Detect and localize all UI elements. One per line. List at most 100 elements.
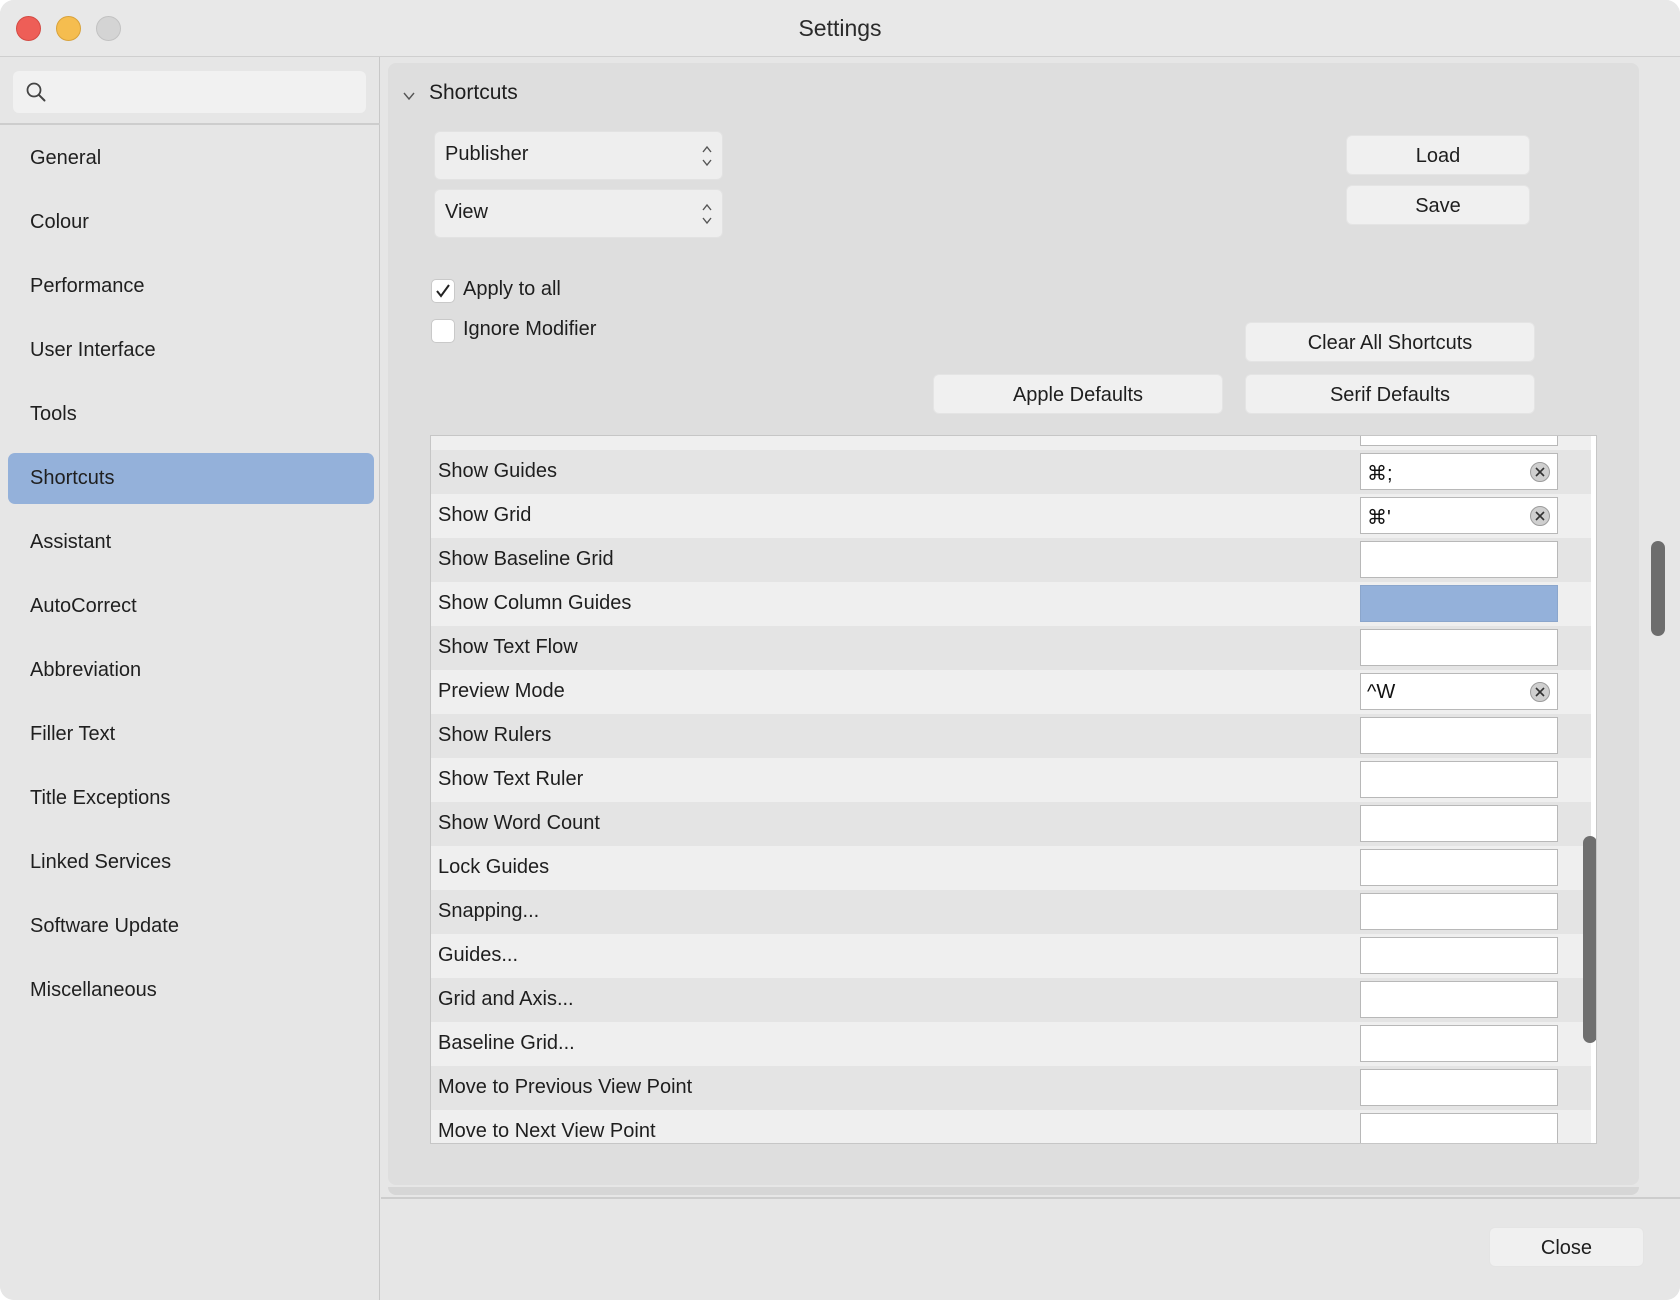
search-field[interactable] <box>13 71 366 113</box>
shortcut-label: Show Baseline Grid <box>438 548 614 570</box>
shortcut-key-field[interactable] <box>1360 761 1558 798</box>
shortcut-label: Guides... <box>438 944 519 966</box>
table-row[interactable]: Show Rulers <box>431 714 1591 758</box>
window-title: Settings <box>798 15 882 41</box>
shortcut-label: Show Column Guides <box>438 592 632 614</box>
sidebar-divider <box>0 123 380 125</box>
shortcut-key-field[interactable] <box>1360 849 1558 886</box>
ignore-modifier-label: Ignore Modifier <box>463 318 597 340</box>
shortcut-label: Baseline Grid... <box>438 1032 575 1054</box>
shortcut-key-field[interactable] <box>1360 805 1558 842</box>
table-row[interactable]: Show Grid ⌘' <box>431 494 1591 538</box>
table-row[interactable]: Show Text Flow <box>431 626 1591 670</box>
shortcut-key-text: ⌘; <box>1367 463 1393 485</box>
shortcut-key-field[interactable] <box>1360 893 1558 930</box>
sidebar-item-linked-services[interactable]: Linked Services <box>8 837 374 888</box>
main-content: Shortcuts Publisher View Load Save Apply… <box>381 57 1680 1300</box>
sidebar-item-title-exceptions[interactable]: Title Exceptions <box>8 773 374 824</box>
shortcut-label: Grid and Axis... <box>438 988 574 1010</box>
shortcut-key-text: ⌘' <box>1367 507 1391 529</box>
settings-window: Settings General Colour Performance User… <box>0 0 1680 1300</box>
sidebar-item-autocorrect[interactable]: AutoCorrect <box>8 581 374 632</box>
category-popup[interactable]: View <box>434 189 723 238</box>
shortcut-key-field[interactable] <box>1360 541 1558 578</box>
table-row[interactable]: Grid and Axis... <box>431 978 1591 1022</box>
close-button[interactable]: Close <box>1489 1227 1644 1267</box>
shortcut-key-field[interactable] <box>1360 585 1558 622</box>
shortcut-key-field[interactable]: ^W <box>1360 673 1558 710</box>
shortcut-label: Show Rulers <box>438 724 552 746</box>
sidebar-item-filler-text[interactable]: Filler Text <box>8 709 374 760</box>
sidebar-item-software-update[interactable]: Software Update <box>8 901 374 952</box>
sidebar-item-user-interface[interactable]: User Interface <box>8 325 374 376</box>
shortcuts-table: Show Guides ⌘; Show Grid ⌘' Show Baselin… <box>430 435 1597 1144</box>
sidebar-item-assistant[interactable]: Assistant <box>8 517 374 568</box>
sidebar-item-general[interactable]: General <box>8 133 374 184</box>
search-icon <box>26 82 46 102</box>
table-row[interactable]: Snapping... <box>431 890 1591 934</box>
shortcut-key-field[interactable] <box>1360 436 1558 446</box>
shortcut-key-field[interactable] <box>1360 981 1558 1018</box>
section-title: Shortcuts <box>429 81 518 104</box>
table-row[interactable]: Show Baseline Grid <box>431 538 1591 582</box>
table-row[interactable]: Lock Guides <box>431 846 1591 890</box>
sidebar-item-abbreviation[interactable]: Abbreviation <box>8 645 374 696</box>
ignore-modifier-checkbox[interactable] <box>431 319 455 343</box>
clear-all-shortcuts-button[interactable]: Clear All Shortcuts <box>1245 322 1535 362</box>
shortcut-key-field[interactable] <box>1360 1025 1558 1062</box>
apply-to-all-label: Apply to all <box>463 278 561 300</box>
shortcut-key-field[interactable] <box>1360 1069 1558 1106</box>
shortcut-key-field[interactable]: ⌘; <box>1360 453 1558 490</box>
clear-shortcut-icon[interactable] <box>1530 506 1550 526</box>
application-popup[interactable]: Publisher <box>434 131 723 180</box>
sidebar-item-tools[interactable]: Tools <box>8 389 374 440</box>
shortcut-key-field[interactable]: ⌘' <box>1360 497 1558 534</box>
shortcut-key-field[interactable] <box>1360 717 1558 754</box>
shortcut-label: Snapping... <box>438 900 540 922</box>
table-row[interactable]: Preview Mode ^W <box>431 670 1591 714</box>
shortcut-label: Lock Guides <box>438 856 550 878</box>
shortcut-label: Show Text Flow <box>438 636 578 658</box>
chevron-down-icon[interactable] <box>402 89 416 103</box>
up-down-arrows-icon <box>702 145 712 167</box>
footer-divider <box>381 1197 1680 1199</box>
search-input[interactable] <box>57 77 357 107</box>
shortcut-key-field[interactable] <box>1360 1113 1558 1143</box>
shortcut-label: Show Word Count <box>438 812 600 834</box>
table-row[interactable]: Show Word Count <box>431 802 1591 846</box>
table-row[interactable]: Show Guides ⌘; <box>431 450 1591 494</box>
save-button[interactable]: Save <box>1346 185 1530 225</box>
shortcuts-rows: Show Guides ⌘; Show Grid ⌘' Show Baselin… <box>431 436 1591 1143</box>
shortcuts-panel: Shortcuts Publisher View Load Save Apply… <box>388 63 1639 1185</box>
shortcut-label: Move to Next View Point <box>438 1120 656 1142</box>
shortcut-label: Show Guides <box>438 460 557 482</box>
apply-to-all-checkbox[interactable] <box>431 279 455 303</box>
clear-shortcut-icon[interactable] <box>1530 462 1550 482</box>
table-row[interactable]: Baseline Grid... <box>431 1022 1591 1066</box>
sidebar: General Colour Performance User Interfac… <box>0 57 380 1300</box>
table-row[interactable] <box>431 436 1591 450</box>
shortcut-label: Show Text Ruler <box>438 768 584 790</box>
sidebar-item-miscellaneous[interactable]: Miscellaneous <box>8 965 374 1016</box>
shortcut-label: Move to Previous View Point <box>438 1076 693 1098</box>
apple-defaults-button[interactable]: Apple Defaults <box>933 374 1223 414</box>
table-row[interactable]: Show Column Guides <box>431 582 1591 626</box>
table-row[interactable]: Move to Previous View Point <box>431 1066 1591 1110</box>
shortcut-label: Preview Mode <box>438 680 565 702</box>
shortcut-label: Show Grid <box>438 504 532 526</box>
table-scrollbar[interactable] <box>1583 836 1596 1043</box>
shortcut-key-field[interactable] <box>1360 937 1558 974</box>
table-row[interactable]: Move to Next View Point <box>431 1110 1591 1143</box>
sidebar-item-colour[interactable]: Colour <box>8 197 374 248</box>
load-button[interactable]: Load <box>1346 135 1530 175</box>
serif-defaults-button[interactable]: Serif Defaults <box>1245 374 1535 414</box>
clear-shortcut-icon[interactable] <box>1530 682 1550 702</box>
table-row[interactable]: Show Text Ruler <box>431 758 1591 802</box>
checkmark-icon <box>436 284 450 298</box>
sidebar-item-shortcuts[interactable]: Shortcuts <box>8 453 374 504</box>
sidebar-list: General Colour Performance User Interfac… <box>8 133 374 1029</box>
sidebar-item-performance[interactable]: Performance <box>8 261 374 312</box>
table-row[interactable]: Guides... <box>431 934 1591 978</box>
settings-scrollbar[interactable] <box>1651 541 1665 636</box>
shortcut-key-field[interactable] <box>1360 629 1558 666</box>
